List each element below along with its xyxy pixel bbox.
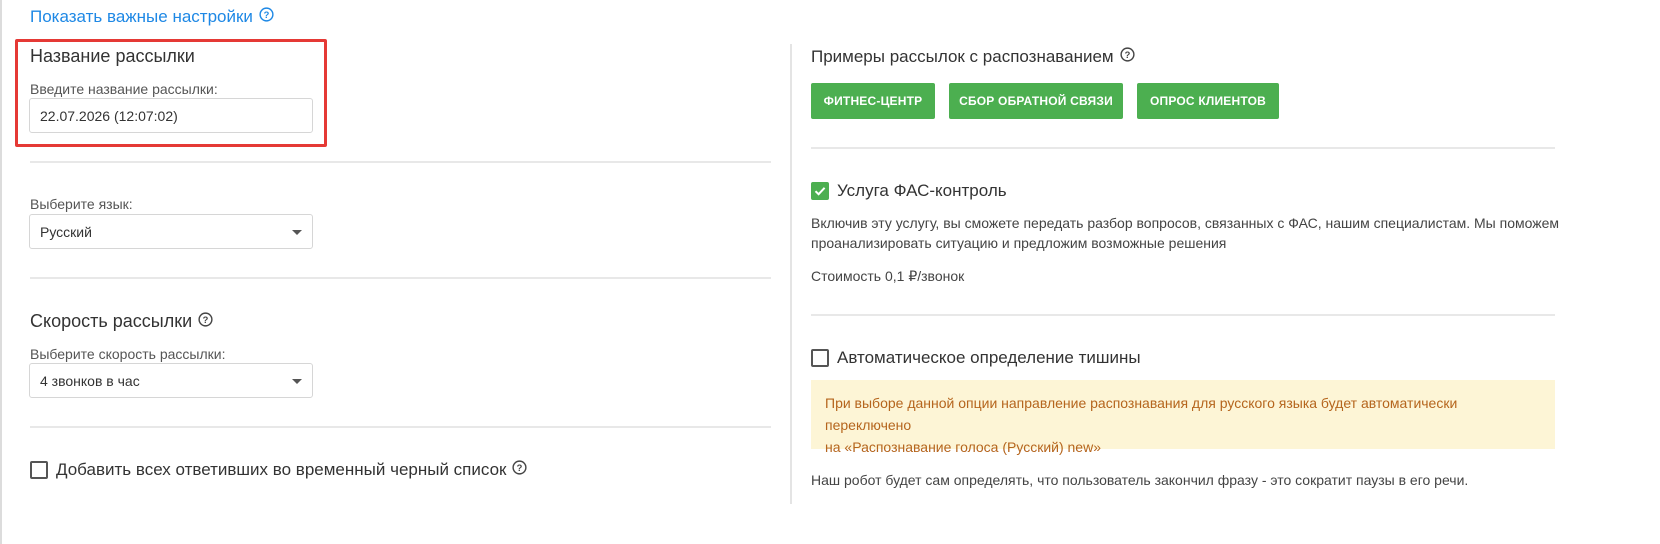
divider bbox=[811, 314, 1555, 316]
svg-text:?: ? bbox=[1124, 50, 1130, 60]
silence-checkbox[interactable] bbox=[811, 349, 829, 367]
language-selected-value: Русский bbox=[40, 223, 92, 240]
chevron-down-icon bbox=[292, 229, 302, 235]
silence-warning-line2: на «Распознавание голоса (Русский) new» bbox=[825, 439, 1101, 455]
example-feedback-button[interactable]: СБОР ОБРАТНОЙ СВЯЗИ bbox=[949, 83, 1123, 119]
silence-warning-line1: При выборе данной опции направление расп… bbox=[825, 395, 1458, 433]
example-fitness-button[interactable]: ФИТНЕС-ЦЕНТР bbox=[811, 83, 935, 119]
svg-text:?: ? bbox=[517, 463, 523, 473]
example-survey-button[interactable]: ОПРОС КЛИЕНТОВ bbox=[1137, 83, 1279, 119]
divider bbox=[30, 426, 771, 428]
mailing-name-title: Название рассылки bbox=[30, 46, 195, 66]
silence-label: Автоматическое определение тишины bbox=[837, 348, 1141, 367]
checkmark-icon bbox=[814, 187, 826, 196]
silence-note: Наш робот будет сам определять, что поль… bbox=[811, 472, 1469, 488]
divider bbox=[30, 161, 771, 163]
examples-title-row: Примеры рассылок с распознаванием ? bbox=[811, 47, 1135, 67]
svg-text:?: ? bbox=[264, 10, 270, 20]
blacklist-checkbox[interactable] bbox=[30, 461, 48, 479]
language-label: Выберите язык: bbox=[30, 196, 133, 212]
page-left-border bbox=[0, 0, 2, 544]
svg-text:?: ? bbox=[203, 314, 209, 324]
examples-title: Примеры рассылок с распознаванием bbox=[811, 47, 1114, 66]
mailing-name-value: 22.07.2026 (12:07:02) bbox=[40, 107, 178, 124]
help-icon[interactable]: ? bbox=[198, 311, 213, 332]
speed-selected-value: 4 звонков в час bbox=[40, 372, 140, 389]
fas-description-line2: проанализировать ситуацию и предложим во… bbox=[811, 235, 1227, 251]
speed-label: Выберите скорость рассылки: bbox=[30, 346, 226, 362]
column-divider bbox=[790, 44, 792, 504]
help-icon[interactable]: ? bbox=[1120, 47, 1135, 67]
chevron-down-icon bbox=[292, 378, 302, 384]
language-select[interactable]: Русский bbox=[29, 214, 313, 249]
show-important-settings-label: Показать важные настройки bbox=[30, 7, 253, 26]
blacklist-label: Добавить всех ответивших во временный че… bbox=[56, 460, 507, 479]
divider bbox=[30, 277, 771, 279]
fas-label: Услуга ФАС-контроль bbox=[837, 181, 1007, 200]
fas-option[interactable]: Услуга ФАС-контроль bbox=[811, 181, 1007, 201]
help-icon[interactable]: ? bbox=[259, 7, 274, 27]
fas-checkbox[interactable] bbox=[811, 182, 829, 200]
fas-price: Стоимость 0,1 ₽/звонок bbox=[811, 268, 965, 284]
divider bbox=[811, 147, 1555, 149]
mailing-name-label: Введите название рассылки: bbox=[30, 81, 218, 97]
speed-title-row: Скорость рассылки ? bbox=[30, 311, 213, 332]
help-icon[interactable]: ? bbox=[512, 460, 528, 480]
blacklist-option[interactable]: Добавить всех ответивших во временный че… bbox=[30, 460, 528, 480]
silence-option[interactable]: Автоматическое определение тишины bbox=[811, 348, 1141, 368]
silence-warning: При выборе данной опции направление расп… bbox=[811, 380, 1555, 455]
fas-description-line1: Включив эту услугу, вы сможете передать … bbox=[811, 215, 1560, 231]
mailing-name-input[interactable]: 22.07.2026 (12:07:02) bbox=[29, 98, 313, 133]
speed-select[interactable]: 4 звонков в час bbox=[29, 363, 313, 398]
speed-title: Скорость рассылки bbox=[30, 311, 193, 331]
show-important-settings-link[interactable]: Показать важные настройки ? bbox=[30, 6, 274, 28]
